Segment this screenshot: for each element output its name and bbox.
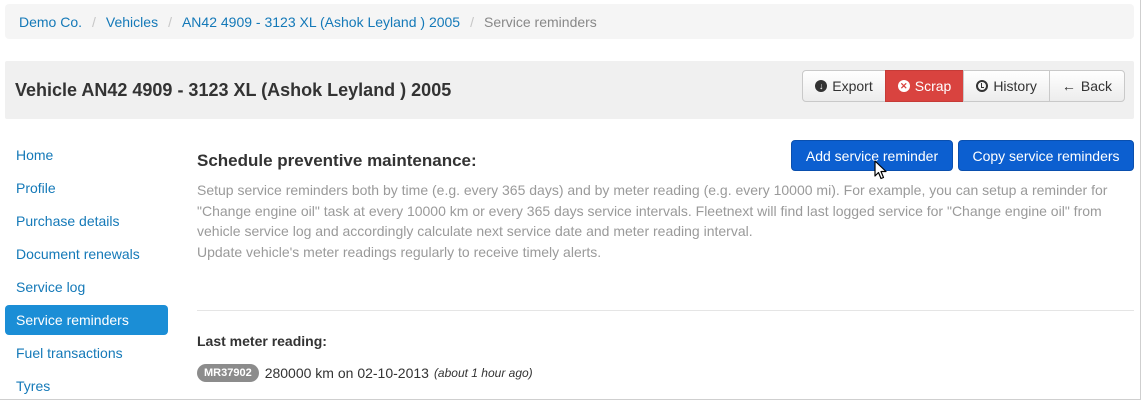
export-button[interactable]: ↓ Export: [802, 70, 886, 102]
help-paragraph: Setup service reminders both by time (e.…: [197, 182, 1108, 239]
page-title: Vehicle AN42 4909 - 3123 XL (Ashok Leyla…: [15, 80, 452, 100]
mouse-pointer-icon: [874, 160, 887, 180]
scrap-button[interactable]: ✕ Scrap: [884, 70, 965, 102]
breadcrumb-separator: /: [470, 13, 474, 30]
history-button[interactable]: History: [963, 70, 1050, 102]
sidebar-item-document-renewals[interactable]: Document renewals: [5, 239, 168, 269]
divider: [197, 310, 1134, 311]
sidebar-item-service-log[interactable]: Service log: [5, 272, 168, 302]
header-button-group: ↓ Export ✕ Scrap History ← Back: [802, 70, 1125, 102]
help-note: Update vehicle's meter readings regularl…: [197, 243, 602, 260]
meter-reading-value: 280000 km on 02-10-2013: [264, 365, 429, 381]
meter-reading-row: MR37902 280000 km on 02-10-2013 (about 1…: [197, 364, 533, 382]
breadcrumb-separator: /: [92, 13, 96, 30]
copy-service-reminders-button[interactable]: Copy service reminders: [958, 140, 1134, 171]
scrap-label: Scrap: [914, 78, 952, 94]
sidebar-item-tyres[interactable]: Tyres: [5, 371, 168, 401]
export-label: Export: [832, 78, 873, 94]
meter-reading-ago: (about 1 hour ago): [433, 366, 533, 380]
back-button[interactable]: ← Back: [1048, 70, 1125, 102]
breadcrumb-vehicles[interactable]: Vehicles: [106, 14, 158, 30]
help-text: Setup service reminders both by time (e.…: [197, 180, 1137, 262]
meter-reading-label: Last meter reading:: [197, 333, 327, 349]
sidebar-item-service-reminders[interactable]: Service reminders: [5, 305, 168, 335]
back-label: Back: [1080, 78, 1112, 94]
clock-icon: [976, 80, 989, 92]
section-title: Schedule preventive maintenance:: [197, 151, 477, 170]
page-header: Vehicle AN42 4909 - 3123 XL (Ashok Leyla…: [5, 61, 1134, 119]
remove-circle-icon: ✕: [897, 80, 910, 92]
sidebar-item-fuel-transactions[interactable]: Fuel transactions: [5, 338, 168, 368]
sidebar-item-home[interactable]: Home: [5, 140, 168, 170]
breadcrumb-company[interactable]: Demo Co.: [19, 14, 82, 30]
arrow-left-icon: ←: [1061, 78, 1076, 94]
breadcrumb-current: Service reminders: [483, 13, 597, 30]
breadcrumb-separator: /: [168, 13, 172, 30]
breadcrumb-vehicle[interactable]: AN42 4909 - 3123 XL (Ashok Leyland ) 200…: [182, 14, 460, 30]
history-label: History: [993, 78, 1037, 94]
download-icon: ↓: [815, 80, 828, 92]
add-service-reminder-button[interactable]: Add service reminder: [791, 140, 953, 171]
breadcrumb: Demo Co. / Vehicles / AN42 4909 - 3123 X…: [5, 4, 1134, 39]
sidebar-item-purchase-details[interactable]: Purchase details: [5, 206, 168, 236]
meter-id-badge: MR37902: [197, 364, 259, 382]
sidebar-nav: Home Profile Purchase details Document r…: [5, 140, 168, 404]
sidebar-item-profile[interactable]: Profile: [5, 173, 168, 203]
